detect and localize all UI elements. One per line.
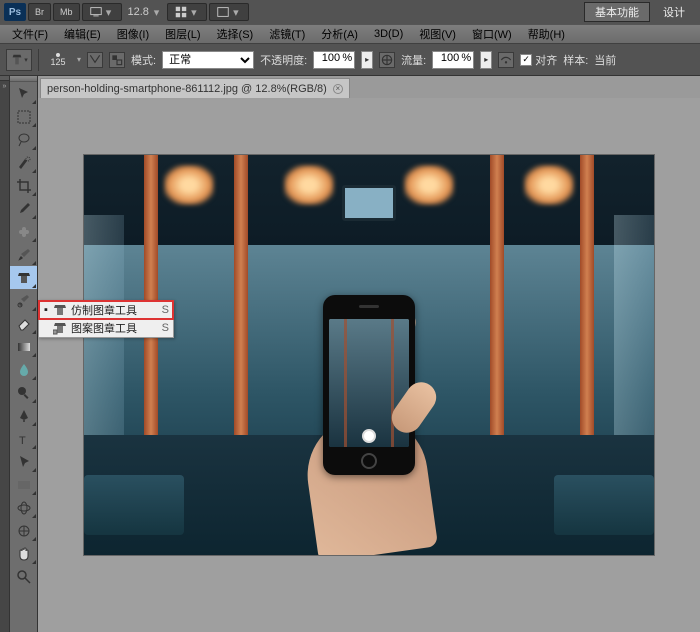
3d-rotate-tool[interactable] — [10, 496, 37, 519]
menu-view[interactable]: 视图(V) — [411, 25, 464, 43]
menu-edit[interactable]: 编辑(E) — [56, 25, 109, 43]
clone-stamp-tool-item[interactable]: ▪ 仿制图章工具 S — [39, 301, 173, 319]
document-area: person-holding-smartphone-861112.jpg @ 1… — [38, 76, 700, 632]
clone-stamp-icon — [53, 303, 67, 317]
opacity-label: 不透明度: — [260, 52, 307, 68]
move-tool[interactable] — [10, 82, 37, 105]
opacity-input[interactable]: 100% — [313, 51, 355, 69]
eyedropper-tool[interactable] — [10, 197, 37, 220]
clone-source-panel-icon[interactable] — [109, 52, 125, 68]
menu-select[interactable]: 选择(S) — [209, 25, 262, 43]
flyout-item-shortcut: S — [162, 322, 169, 334]
3d-camera-tool[interactable] — [10, 519, 37, 542]
history-brush-tool[interactable] — [10, 289, 37, 312]
selected-bullet-icon: ▪ — [43, 304, 49, 316]
zoom-level[interactable]: 12.8 ▾ — [124, 3, 165, 21]
canvas-viewport[interactable] — [38, 98, 700, 632]
brush-preset-picker[interactable]: 125 — [45, 48, 71, 72]
mode-label: 模式: — [131, 52, 156, 68]
document-tab[interactable]: person-holding-smartphone-861112.jpg @ 1… — [40, 78, 350, 98]
flow-label: 流量: — [401, 52, 426, 68]
main-menu-bar: 文件(F) 编辑(E) 图像(I) 图层(L) 选择(S) 滤镜(T) 分析(A… — [0, 24, 700, 44]
menu-layer[interactable]: 图层(L) — [157, 25, 208, 43]
pattern-stamp-tool-item[interactable]: 图案图章工具 S — [39, 319, 173, 337]
gradient-tool[interactable] — [10, 335, 37, 358]
blend-mode-select[interactable]: 正常 — [162, 51, 254, 69]
toggle-brush-panel-icon[interactable] — [87, 52, 103, 68]
flyout-item-label: 图案图章工具 — [71, 320, 137, 336]
minibridge-button[interactable]: Mb — [53, 3, 80, 21]
sample-value[interactable]: 当前 — [594, 52, 616, 68]
tools-panel: T — [10, 76, 38, 632]
close-tab-icon[interactable]: × — [333, 84, 343, 94]
image-content — [84, 155, 654, 555]
menu-help[interactable]: 帮助(H) — [520, 25, 573, 43]
type-tool[interactable]: T — [10, 427, 37, 450]
menu-file[interactable]: 文件(F) — [4, 25, 56, 43]
pen-tool[interactable] — [10, 404, 37, 427]
flyout-item-label: 仿制图章工具 — [71, 302, 137, 318]
sample-label: 样本: — [563, 52, 588, 68]
zoom-tool[interactable] — [10, 565, 37, 588]
clone-stamp-tool[interactable] — [10, 266, 37, 289]
current-tool-icon[interactable]: ▾ — [6, 49, 32, 71]
menu-analysis[interactable]: 分析(A) — [313, 25, 366, 43]
crop-tool[interactable] — [10, 174, 37, 197]
pattern-stamp-icon — [53, 321, 67, 335]
bridge-button[interactable]: Br — [28, 3, 51, 21]
tool-options-bar: ▾ 125 ▾ 模式: 正常 不透明度: 100% ▸ 流量: 100% ▸ ✓… — [0, 44, 700, 76]
menu-window[interactable]: 窗口(W) — [464, 25, 520, 43]
flow-input[interactable]: 100% — [432, 51, 474, 69]
document-tab-title: person-holding-smartphone-861112.jpg @ 1… — [47, 83, 327, 95]
healing-brush-tool[interactable] — [10, 220, 37, 243]
path-select-tool[interactable] — [10, 450, 37, 473]
opacity-flyout-icon[interactable]: ▸ — [361, 51, 373, 69]
photoshop-logo-icon: Ps — [4, 3, 26, 21]
rectangle-tool[interactable] — [10, 473, 37, 496]
collapse-arrow-icon[interactable]: » — [0, 81, 9, 92]
flyout-item-shortcut: S — [162, 304, 169, 316]
menu-3d[interactable]: 3D(D) — [366, 25, 411, 43]
menu-filter[interactable]: 滤镜(T) — [261, 25, 313, 43]
svg-text:T: T — [19, 435, 26, 447]
brush-tool[interactable] — [10, 243, 37, 266]
app-top-bar: Ps Br Mb ▾ 12.8 ▾ ▾ ▾ 基本功能 设计 — [0, 0, 700, 24]
dodge-tool[interactable] — [10, 381, 37, 404]
left-dock-strip: » — [0, 76, 10, 632]
workspace-design-button[interactable]: 设计 — [652, 2, 696, 22]
lasso-tool[interactable] — [10, 128, 37, 151]
workspace-basic-button[interactable]: 基本功能 — [584, 2, 650, 22]
extras-button[interactable]: ▾ — [209, 3, 249, 21]
blur-tool[interactable] — [10, 358, 37, 381]
flow-flyout-icon[interactable]: ▸ — [480, 51, 492, 69]
aligned-checkbox[interactable]: ✓对齐 — [520, 52, 557, 68]
arrange-button[interactable]: ▾ — [167, 3, 207, 21]
marquee-tool[interactable] — [10, 105, 37, 128]
quick-select-tool[interactable] — [10, 151, 37, 174]
airbrush-icon[interactable] — [498, 52, 514, 68]
eraser-tool[interactable] — [10, 312, 37, 335]
stamp-tool-flyout: ▪ 仿制图章工具 S 图案图章工具 S — [38, 300, 174, 338]
tablet-pressure-opacity-icon[interactable] — [379, 52, 395, 68]
screen-mode-button[interactable]: ▾ — [82, 3, 122, 21]
menu-image[interactable]: 图像(I) — [109, 25, 157, 43]
hand-tool[interactable] — [10, 542, 37, 565]
